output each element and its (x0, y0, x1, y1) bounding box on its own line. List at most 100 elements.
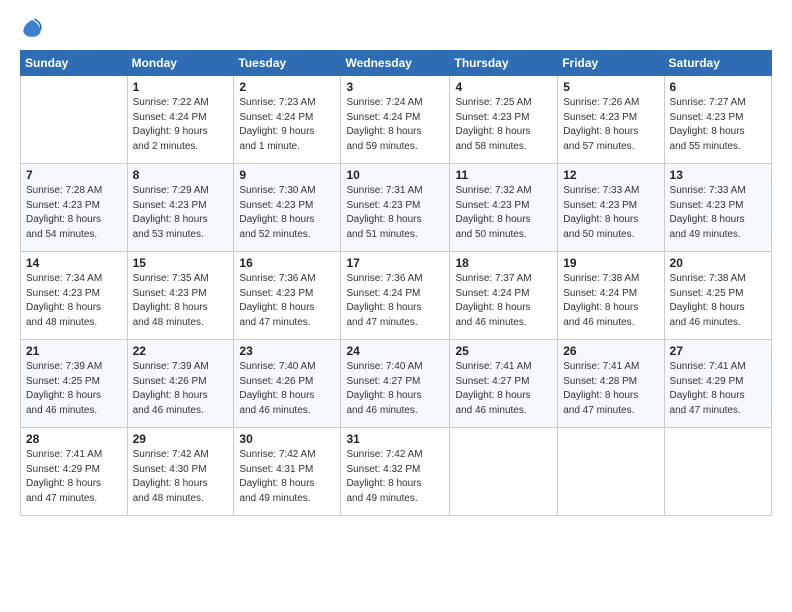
calendar-week-2: 7 Sunrise: 7:28 AM Sunset: 4:23 PM Daylig… (21, 164, 772, 252)
calendar-cell: 8 Sunrise: 7:29 AM Sunset: 4:23 PM Daylig… (127, 164, 234, 252)
day-number: 2 (239, 80, 335, 94)
day-number: 8 (133, 168, 229, 182)
day-number: 20 (670, 256, 766, 270)
day-info: Sunrise: 7:41 AM Sunset: 4:29 PM Dayligh… (670, 360, 766, 418)
calendar-cell: 9 Sunrise: 7:30 AM Sunset: 4:23 PM Daylig… (234, 164, 341, 252)
day-info: Sunrise: 7:40 AM Sunset: 4:26 PM Dayligh… (239, 360, 335, 418)
calendar-cell: 14 Sunrise: 7:34 AM Sunset: 4:23 PM Dayli… (21, 252, 128, 340)
day-number: 5 (563, 80, 658, 94)
day-info: Sunrise: 7:33 AM Sunset: 4:23 PM Dayligh… (563, 184, 658, 242)
day-number: 11 (455, 168, 552, 182)
day-info: Sunrise: 7:30 AM Sunset: 4:23 PM Dayligh… (239, 184, 335, 242)
logo (20, 16, 48, 40)
calendar-cell: 1Sunrise: 7:22 AM Sunset: 4:24 PM Daylig… (127, 76, 234, 164)
day-info: Sunrise: 7:39 AM Sunset: 4:26 PM Dayligh… (133, 360, 229, 418)
calendar-cell: 15Sunrise: 7:35 AM Sunset: 4:23 PM Dayli… (127, 252, 234, 340)
day-info: Sunrise: 7:42 AM Sunset: 4:30 PM Dayligh… (133, 448, 229, 506)
day-info: Sunrise: 7:41 AM Sunset: 4:27 PM Dayligh… (455, 360, 552, 418)
calendar-header-row: Sunday Monday Tuesday Wednesday Thursday… (21, 51, 772, 76)
day-info: Sunrise: 7:36 AM Sunset: 4:24 PM Dayligh… (346, 272, 444, 330)
calendar-week-5: 28 Sunrise: 7:41 AM Sunset: 4:29 PM Dayli… (21, 428, 772, 516)
calendar-cell: 18Sunrise: 7:37 AM Sunset: 4:24 PM Dayli… (450, 252, 558, 340)
day-info: Sunrise: 7:38 AM Sunset: 4:24 PM Dayligh… (563, 272, 658, 330)
col-monday: Monday (127, 51, 234, 76)
col-thursday: Thursday (450, 51, 558, 76)
calendar-cell: 29 Sunrise: 7:42 AM Sunset: 4:30 PM Dayli… (127, 428, 234, 516)
calendar-week-4: 21 Sunrise: 7:39 AM Sunset: 4:25 PM Dayli… (21, 340, 772, 428)
day-info: Sunrise: 7:31 AM Sunset: 4:23 PM Dayligh… (346, 184, 444, 242)
day-number: 30 (239, 432, 335, 446)
day-number: 3 (346, 80, 444, 94)
day-number: 27 (670, 344, 766, 358)
logo-icon (20, 16, 44, 40)
col-saturday: Saturday (664, 51, 771, 76)
col-tuesday: Tuesday (234, 51, 341, 76)
day-info: Sunrise: 7:23 AM Sunset: 4:24 PM Dayligh… (239, 96, 335, 154)
calendar-cell: 2 Sunrise: 7:23 AM Sunset: 4:24 PM Daylig… (234, 76, 341, 164)
day-number: 16 (239, 256, 335, 270)
day-number: 6 (670, 80, 766, 94)
day-info: Sunrise: 7:42 AM Sunset: 4:32 PM Dayligh… (346, 448, 444, 506)
day-number: 29 (133, 432, 229, 446)
col-sunday: Sunday (21, 51, 128, 76)
calendar-cell: 12 Sunrise: 7:33 AM Sunset: 4:23 PM Dayli… (558, 164, 664, 252)
header (20, 16, 772, 40)
calendar-cell: 22Sunrise: 7:39 AM Sunset: 4:26 PM Dayli… (127, 340, 234, 428)
calendar-cell: 27 Sunrise: 7:41 AM Sunset: 4:29 PM Dayli… (664, 340, 771, 428)
day-number: 9 (239, 168, 335, 182)
calendar-cell: 31 Sunrise: 7:42 AM Sunset: 4:32 PM Dayli… (341, 428, 450, 516)
calendar-cell: 6 Sunrise: 7:27 AM Sunset: 4:23 PM Daylig… (664, 76, 771, 164)
day-info: Sunrise: 7:39 AM Sunset: 4:25 PM Dayligh… (26, 360, 122, 418)
calendar-cell: 28 Sunrise: 7:41 AM Sunset: 4:29 PM Dayli… (21, 428, 128, 516)
day-number: 14 (26, 256, 122, 270)
day-number: 12 (563, 168, 658, 182)
calendar-cell: 7 Sunrise: 7:28 AM Sunset: 4:23 PM Daylig… (21, 164, 128, 252)
day-info: Sunrise: 7:32 AM Sunset: 4:23 PM Dayligh… (455, 184, 552, 242)
calendar-cell: 13Sunrise: 7:33 AM Sunset: 4:23 PM Dayli… (664, 164, 771, 252)
day-info: Sunrise: 7:42 AM Sunset: 4:31 PM Dayligh… (239, 448, 335, 506)
page: Sunday Monday Tuesday Wednesday Thursday… (0, 0, 792, 612)
day-number: 31 (346, 432, 444, 446)
day-info: Sunrise: 7:38 AM Sunset: 4:25 PM Dayligh… (670, 272, 766, 330)
day-info: Sunrise: 7:41 AM Sunset: 4:29 PM Dayligh… (26, 448, 122, 506)
day-number: 21 (26, 344, 122, 358)
day-number: 10 (346, 168, 444, 182)
calendar-cell: 23Sunrise: 7:40 AM Sunset: 4:26 PM Dayli… (234, 340, 341, 428)
col-friday: Friday (558, 51, 664, 76)
calendar-cell: 4 Sunrise: 7:25 AM Sunset: 4:23 PM Daylig… (450, 76, 558, 164)
day-number: 1 (133, 80, 229, 94)
day-info: Sunrise: 7:24 AM Sunset: 4:24 PM Dayligh… (346, 96, 444, 154)
calendar-cell: 24 Sunrise: 7:40 AM Sunset: 4:27 PM Dayli… (341, 340, 450, 428)
day-info: Sunrise: 7:34 AM Sunset: 4:23 PM Dayligh… (26, 272, 122, 330)
calendar-cell: 11 Sunrise: 7:32 AM Sunset: 4:23 PM Dayli… (450, 164, 558, 252)
day-info: Sunrise: 7:37 AM Sunset: 4:24 PM Dayligh… (455, 272, 552, 330)
day-number: 24 (346, 344, 444, 358)
calendar-week-3: 14 Sunrise: 7:34 AM Sunset: 4:23 PM Dayli… (21, 252, 772, 340)
calendar-cell: 30 Sunrise: 7:42 AM Sunset: 4:31 PM Dayli… (234, 428, 341, 516)
calendar-cell: 25Sunrise: 7:41 AM Sunset: 4:27 PM Dayli… (450, 340, 558, 428)
day-number: 26 (563, 344, 658, 358)
calendar-cell: 3 Sunrise: 7:24 AM Sunset: 4:24 PM Daylig… (341, 76, 450, 164)
day-info: Sunrise: 7:29 AM Sunset: 4:23 PM Dayligh… (133, 184, 229, 242)
day-info: Sunrise: 7:36 AM Sunset: 4:23 PM Dayligh… (239, 272, 335, 330)
calendar-cell: 17 Sunrise: 7:36 AM Sunset: 4:24 PM Dayli… (341, 252, 450, 340)
day-number: 4 (455, 80, 552, 94)
calendar-week-1: 1Sunrise: 7:22 AM Sunset: 4:24 PM Daylig… (21, 76, 772, 164)
calendar-cell: 26Sunrise: 7:41 AM Sunset: 4:28 PM Dayli… (558, 340, 664, 428)
day-info: Sunrise: 7:28 AM Sunset: 4:23 PM Dayligh… (26, 184, 122, 242)
calendar-cell: 21 Sunrise: 7:39 AM Sunset: 4:25 PM Dayli… (21, 340, 128, 428)
day-number: 17 (346, 256, 444, 270)
day-number: 28 (26, 432, 122, 446)
day-info: Sunrise: 7:25 AM Sunset: 4:23 PM Dayligh… (455, 96, 552, 154)
calendar-cell (664, 428, 771, 516)
calendar-cell: 16 Sunrise: 7:36 AM Sunset: 4:23 PM Dayli… (234, 252, 341, 340)
day-info: Sunrise: 7:27 AM Sunset: 4:23 PM Dayligh… (670, 96, 766, 154)
col-wednesday: Wednesday (341, 51, 450, 76)
day-number: 13 (670, 168, 766, 182)
calendar-cell: 10 Sunrise: 7:31 AM Sunset: 4:23 PM Dayli… (341, 164, 450, 252)
day-info: Sunrise: 7:26 AM Sunset: 4:23 PM Dayligh… (563, 96, 658, 154)
day-number: 7 (26, 168, 122, 182)
calendar-cell (21, 76, 128, 164)
day-info: Sunrise: 7:40 AM Sunset: 4:27 PM Dayligh… (346, 360, 444, 418)
calendar-cell: 20 Sunrise: 7:38 AM Sunset: 4:25 PM Dayli… (664, 252, 771, 340)
